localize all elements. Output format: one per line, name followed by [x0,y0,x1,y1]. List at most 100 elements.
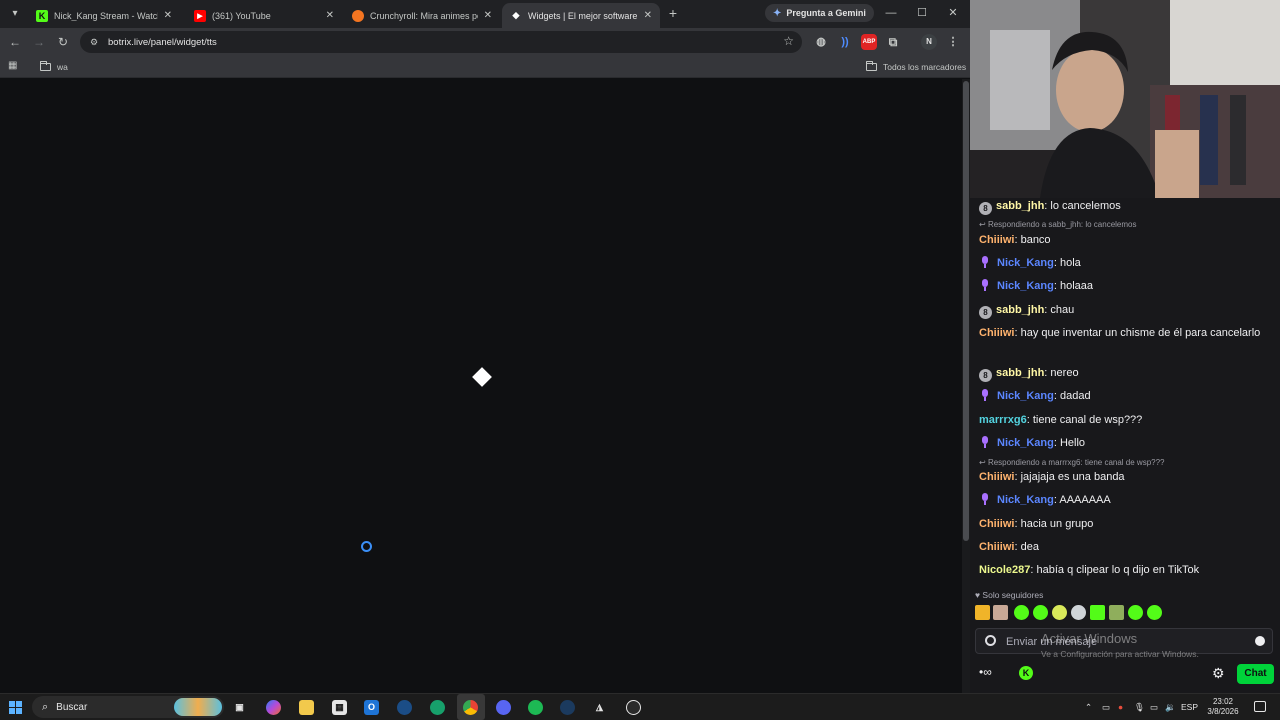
close-icon[interactable]: ✕ [326,10,334,21]
tab-crunchyroll[interactable]: Crunchyroll: Mira animes popu ✕ [344,3,500,28]
address-bar[interactable]: ⚙ botrix.live/panel/widget/tts ☆ [80,31,802,53]
translate-extension-icon[interactable]: ◍ [813,34,829,50]
chat-username[interactable]: Chiiiwi [979,327,1014,339]
tab-search-button[interactable]: ▾ [6,5,24,23]
chat-message: Chiiiwi: jajajaja es una banda [979,471,1125,483]
browser-menu-icon[interactable]: ⋮ [945,34,961,50]
volume-icon[interactable]: 🔉 [1165,694,1176,720]
chat-username[interactable]: Chiiiwi [979,471,1014,483]
new-tab-button[interactable]: + [665,5,681,21]
windows-start-icon[interactable] [9,701,22,714]
file-explorer-icon[interactable] [299,700,314,715]
clock[interactable]: 23:02 3/8/2026 [1203,697,1243,717]
discord-icon[interactable] [496,700,511,715]
chat-username[interactable]: Nick_Kang [997,280,1054,292]
microphone-icon[interactable]: 🎙 [1134,694,1145,720]
chat-username[interactable]: Nicole287 [979,564,1030,576]
bookmark-folder-wa[interactable]: wa [40,59,68,75]
chat-username[interactable]: sabb_jhh [996,200,1044,212]
close-icon[interactable]: ✕ [484,10,492,21]
minimize-button[interactable]: — [882,4,900,22]
chrome-icon[interactable] [463,700,478,715]
chat-username[interactable]: Nick_Kang [997,257,1054,269]
close-window-button[interactable]: ✕ [944,4,962,22]
emote-kick-icon[interactable] [1147,605,1162,620]
extensions-puzzle-icon[interactable]: ⧉ [885,34,901,50]
copilot-icon[interactable] [266,700,281,715]
emote-kick-icon[interactable] [1033,605,1048,620]
chat-message-input[interactable] [1006,633,1236,650]
emote-crown-icon[interactable] [975,605,990,620]
network-icon[interactable]: ▭ [1150,694,1158,720]
emote-picker-icon[interactable] [985,635,996,646]
task-view-icon[interactable]: ▣ [232,700,247,715]
chat-message: marrrxg6: tiene canal de wsp??? [979,414,1143,426]
chat-username[interactable]: Chiiiwi [979,234,1014,246]
back-button[interactable]: ← [7,34,23,50]
chat-username[interactable]: Nick_Kang [997,494,1054,506]
tab-youtube[interactable]: ▶ (361) YouTube ✕ [186,3,342,28]
obs-icon[interactable] [626,700,641,715]
emote-kick-icon[interactable] [1128,605,1143,620]
apps-grid-icon[interactable]: ▦ [8,60,20,72]
chat-footer: •∞ K ⚙ Chat [970,660,1280,693]
inkscape-icon[interactable]: ◮ [592,700,607,715]
chat-text: Hello [1059,437,1086,449]
all-bookmarks-folder[interactable]: Todos los marcadores [866,59,966,75]
outlook-icon[interactable]: O [364,700,379,715]
maximize-button[interactable]: ☐ [913,4,931,22]
bookmark-star-icon[interactable]: ☆ [783,34,794,48]
send-chat-button[interactable]: Chat [1237,664,1274,684]
profile-avatar[interactable]: N [921,34,937,50]
notifications-icon[interactable] [1254,701,1266,712]
spotify-icon[interactable] [528,700,543,715]
kick-logo-icon[interactable]: K [1019,666,1033,680]
steam-alt-icon[interactable] [560,700,575,715]
chat-username[interactable]: Nick_Kang [997,390,1054,402]
steam-icon[interactable] [397,700,412,715]
chat-text: dea [1020,541,1039,553]
chat-username[interactable]: Chiiiwi [979,518,1014,530]
audio-extension-icon[interactable]: )) [837,34,853,50]
edge-icon[interactable] [430,700,445,715]
chat-input-box[interactable] [975,628,1273,654]
folder-icon [866,61,877,71]
adblock-extension-icon[interactable]: ABP [861,34,877,50]
chat-username[interactable]: Chiiiwi [979,541,1014,553]
close-icon[interactable]: ✕ [164,10,172,21]
emote-smile-icon[interactable] [1052,605,1067,620]
chat-username[interactable]: sabb_jhh [996,367,1044,379]
chat-message: Nick_Kang: dadad [979,388,1274,405]
tray-app-icon[interactable]: ● [1118,694,1123,720]
emote-kick-icon[interactable] [1090,605,1105,620]
scrollbar-thumb[interactable] [963,81,969,541]
chat-message: 8 sabb_jhh: chau [979,302,1274,319]
tab-kick[interactable]: K Nick_Kang Stream - Watch Live ✕ [28,3,180,28]
chat-username[interactable]: sabb_jhh [996,304,1044,316]
language-indicator[interactable]: ESP [1181,694,1198,720]
page-scrollbar[interactable] [962,79,970,693]
points-icon[interactable]: •∞ [979,665,992,679]
forward-button[interactable]: → [31,34,47,50]
taskbar-search[interactable]: ⌕ Buscar [32,696,224,718]
chat-username[interactable]: marrrxg6 [979,414,1027,426]
chat-username[interactable]: Nick_Kang [997,437,1054,449]
chat-settings-gear-icon[interactable]: ⚙ [1212,666,1225,680]
emoji-icon[interactable] [1255,636,1265,646]
chat-text: había q clipear lo q dijo en TikTok [1036,564,1200,576]
site-info-icon[interactable]: ⚙ [88,36,100,48]
close-icon[interactable]: ✕ [644,10,652,21]
emote-kick-icon[interactable] [1014,605,1029,620]
tray-app-icon[interactable]: ▭ [1102,694,1110,720]
reload-button[interactable]: ↻ [55,34,71,50]
browser-window: ▾ K Nick_Kang Stream - Watch Live ✕ ▶ (3… [0,0,970,693]
emote-skull-icon[interactable] [1071,605,1086,620]
tab-widgets[interactable]: ◆ Widgets | El mejor software pa ✕ [502,3,660,28]
search-icon: ⌕ [42,700,49,713]
emote-face-icon[interactable] [993,605,1008,620]
kick-icon: K [36,9,48,22]
emote-frog-icon[interactable] [1109,605,1124,620]
store-icon[interactable]: ▦ [332,700,347,715]
tray-overflow-icon[interactable]: ⌃ [1085,694,1092,720]
gemini-button[interactable]: ✦ Pregunta a Gemini [765,4,874,22]
